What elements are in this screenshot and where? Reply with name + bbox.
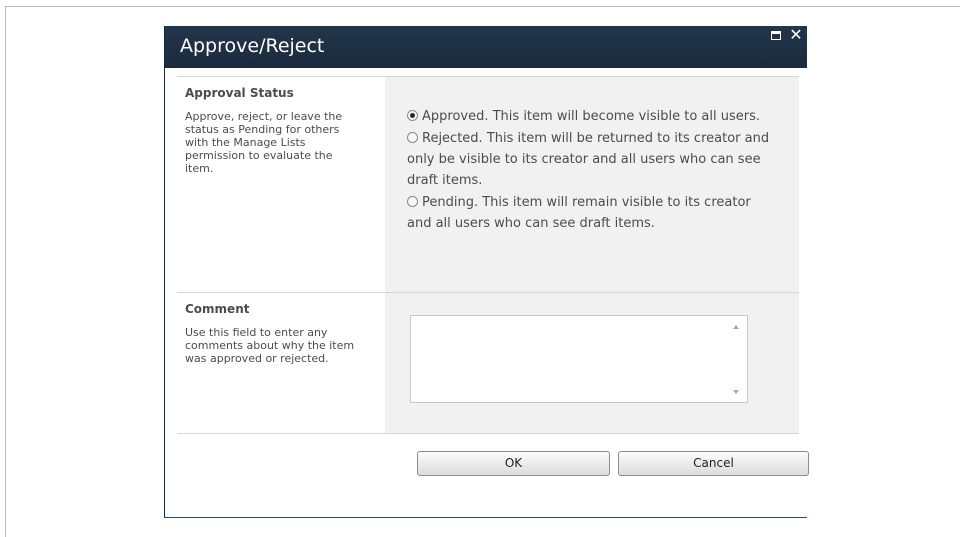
- radio-pending-label: Pending. This item will remain visible t…: [407, 195, 751, 231]
- comment-section: Comment Use this field to enter any comm…: [177, 292, 799, 434]
- approval-radio-group: Approved. This item will become visible …: [407, 106, 779, 235]
- scroll-down-arrow-icon[interactable]: [733, 390, 739, 394]
- radio-option-rejected[interactable]: Rejected. This item will be returned to …: [407, 128, 779, 191]
- radio-approved-label: Approved. This item will become visible …: [422, 109, 761, 124]
- approval-status-controls: Approved. This item will become visible …: [385, 77, 799, 293]
- approval-status-heading: Approval Status: [185, 86, 294, 100]
- radio-unselected-icon[interactable]: [407, 196, 418, 207]
- approval-status-label-column: Approval Status Approve, reject, or leav…: [177, 77, 385, 293]
- ok-button[interactable]: OK: [417, 451, 610, 476]
- dialog-titlebar: Approve/Reject ✕: [165, 26, 807, 68]
- comment-controls: [385, 293, 799, 433]
- page-frame-left-border: [5, 6, 6, 537]
- approve-reject-dialog: Approve/Reject ✕ Approval Status Approve…: [164, 26, 809, 518]
- close-icon[interactable]: ✕: [788, 26, 804, 44]
- comment-textarea[interactable]: [410, 315, 748, 403]
- comment-description: Use this field to enter any comments abo…: [185, 326, 355, 365]
- maximize-icon[interactable]: [771, 31, 781, 40]
- radio-option-approved[interactable]: Approved. This item will become visible …: [407, 106, 779, 127]
- radio-unselected-icon[interactable]: [407, 132, 418, 143]
- comment-label-column: Comment Use this field to enter any comm…: [177, 293, 385, 433]
- cancel-button[interactable]: Cancel: [618, 451, 809, 476]
- radio-rejected-label: Rejected. This item will be returned to …: [407, 131, 770, 188]
- comment-heading: Comment: [185, 302, 250, 316]
- radio-selected-icon[interactable]: [407, 110, 418, 121]
- approval-status-description: Approve, reject, or leave the status as …: [185, 110, 343, 175]
- dialog-title: Approve/Reject: [180, 35, 325, 57]
- approval-status-section: Approval Status Approve, reject, or leav…: [177, 76, 799, 293]
- page-frame-top-border: [5, 6, 960, 7]
- radio-option-pending[interactable]: Pending. This item will remain visible t…: [407, 192, 779, 234]
- scroll-up-arrow-icon[interactable]: [733, 325, 739, 329]
